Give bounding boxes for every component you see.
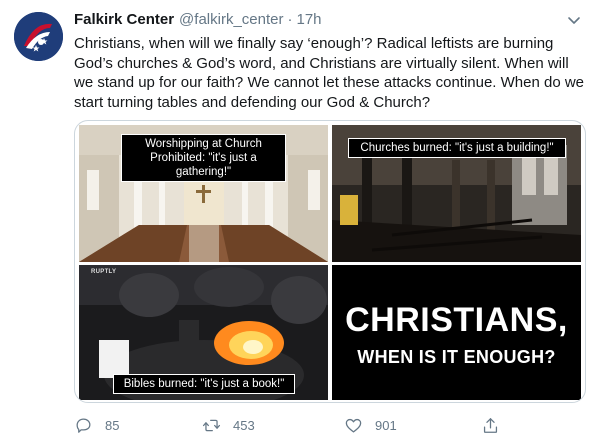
like-count: 901 [375,417,397,433]
avatar[interactable] [14,12,63,61]
media-image-headline[interactable]: CHRISTIANS, WHEN IS IT ENOUGH? [332,265,581,400]
reply-button[interactable]: 85 [74,413,119,437]
retweet-icon [202,419,221,431]
tweet[interactable]: Falkirk Center @falkirk_center · 17h Chr… [0,0,598,445]
more-options-button[interactable] [564,10,584,30]
caption-worship: Worshipping at Church Prohibited: "it's … [121,134,286,182]
ruptly-watermark: RUPTLY [91,269,117,275]
caption-line: Worshipping at Church [145,138,262,150]
caption-line: Prohibited: "it's just a gathering!" [150,152,257,178]
timestamp[interactable]: 17h [296,11,321,28]
media-image-burned-church[interactable]: Churches burned: "it's just a building!" [332,125,581,262]
headline-text: CHRISTIANS, [345,301,568,339]
heart-icon [345,418,362,432]
caption-bibles: Bibles burned: "it's just a book!" [113,374,295,394]
media-grid: Worshipping at Church Prohibited: "it's … [74,120,586,403]
like-button[interactable]: 901 [344,413,397,437]
retweet-count: 453 [233,417,255,433]
falkirk-logo-icon [14,12,63,61]
tweet-header: Falkirk Center @falkirk_center · 17h [74,11,322,31]
caption-churches: Churches burned: "it's just a building!" [348,138,566,158]
share-button[interactable] [481,413,500,437]
media-image-bibles-burned[interactable]: RUPTLY Bibles burned: "it's just a book!… [79,265,328,400]
tweet-actions: 85 453 901 [74,413,586,437]
user-handle[interactable]: @falkirk_center [179,11,283,28]
media-image-church-interior[interactable]: Worshipping at Church Prohibited: "it's … [79,125,328,262]
display-name[interactable]: Falkirk Center [74,11,174,28]
tweet-text: Christians, when will we finally say ‘en… [74,35,585,111]
reply-count: 85 [105,417,120,433]
subline-text: WHEN IS IT ENOUGH? [357,347,556,367]
chevron-down-icon [568,17,580,24]
retweet-button[interactable]: 453 [202,413,255,437]
reply-icon [76,418,91,433]
share-icon [483,417,498,433]
separator-dot: · [287,11,293,28]
